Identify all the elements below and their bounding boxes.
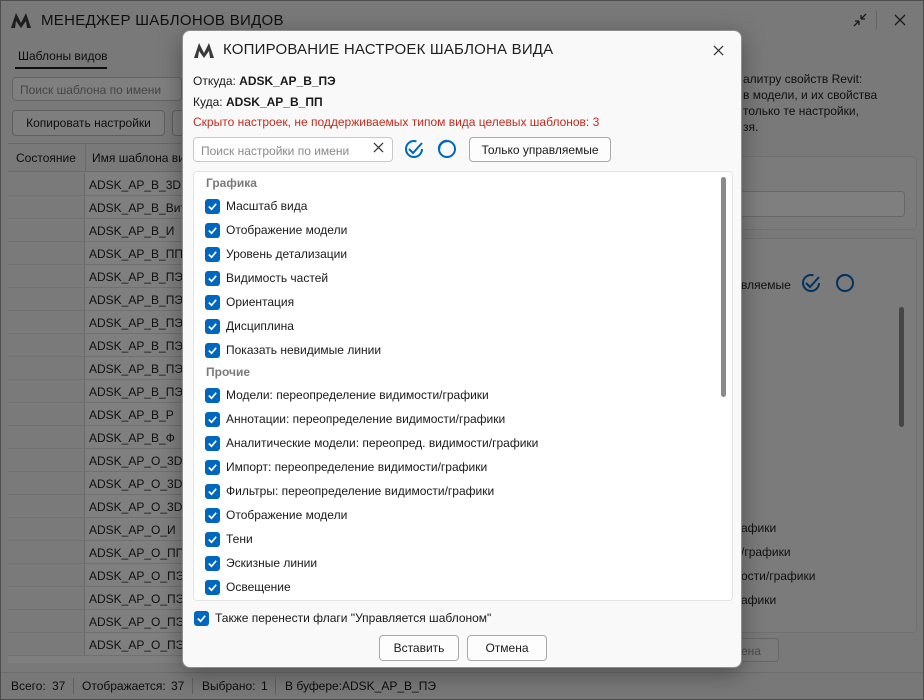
settings-list: Графика Масштаб вида Отображение модели Уро… [193,171,733,601]
from-value: ADSK_АР_В_ПЭ [239,74,336,88]
to-value: ADSK_АР_В_ПП [225,95,323,109]
setting-checkbox[interactable]: Тени [205,528,253,550]
setting-checkbox[interactable]: Аналитические модели: переопред. видимос… [205,432,538,454]
setting-checkbox[interactable]: Уровень детализации [205,243,347,265]
checkbox-checked-icon[interactable] [205,270,220,286]
setting-label: Тени [226,532,253,546]
settings-list-scrollbar[interactable] [721,177,726,397]
deselect-all-icon[interactable] [436,138,458,160]
setting-label: Масштаб вида [226,199,308,213]
checkbox-checked-icon[interactable] [205,507,220,523]
also-transfer-label: Также перенести флаги "Управляется шабло… [215,611,492,625]
checkbox-checked-icon[interactable] [205,246,220,262]
setting-label: Освещение [226,580,291,594]
setting-checkbox[interactable]: Фильтры: переопределение видимости/графи… [205,480,494,502]
settings-group-header: Прочие [206,365,251,379]
setting-label: Отображение модели [226,223,348,237]
checkbox-checked-icon[interactable] [194,610,209,626]
setting-label: Импорт: переопределение видимости/график… [226,460,488,474]
setting-label: Уровень детализации [226,247,348,261]
copy-settings-dialog: КОПИРОВАНИЕ НАСТРОЕК ШАБЛОНА ВИДА Откуда… [182,30,742,668]
setting-label: Аннотации: переопределение видимости/гра… [226,412,506,426]
setting-checkbox[interactable]: Дисциплина [205,315,294,337]
to-label: Куда: [193,95,223,109]
setting-label: Показать невидимые линии [226,343,382,357]
setting-checkbox[interactable]: Отображение модели [205,504,347,526]
checkbox-checked-icon[interactable] [205,198,220,214]
cancel-button[interactable]: Отмена [467,635,547,661]
hidden-settings-warning: Скрыто настроек, не поддерживаемых типом… [193,115,600,129]
setting-checkbox[interactable]: Показать невидимые линии [205,339,381,361]
setting-label: Фильтры: переопределение видимости/графи… [226,484,495,498]
setting-checkbox[interactable]: Масштаб вида [205,195,307,217]
checkbox-checked-icon[interactable] [205,342,220,358]
checkbox-checked-icon[interactable] [205,222,220,238]
settings-search-input[interactable]: Поиск настройки по имени [193,137,393,162]
setting-label: Ориентация [226,295,295,309]
setting-checkbox[interactable]: Импорт: переопределение видимости/график… [205,456,487,478]
only-managed-button[interactable]: Только управляемые [469,137,611,162]
setting-label: Дисциплина [226,319,294,333]
app-logo-icon [194,43,214,58]
to-info: Куда: ADSK_АР_В_ПП [193,95,323,109]
insert-button[interactable]: Вставить [379,635,459,661]
dialog-close-icon[interactable] [707,39,729,61]
from-label: Откуда: [193,74,236,88]
checkbox-checked-icon[interactable] [205,531,220,547]
setting-checkbox[interactable]: Освещение [205,576,291,598]
also-transfer-checkbox[interactable]: Также перенести флаги "Управляется шабло… [194,607,491,629]
checkbox-checked-icon[interactable] [205,411,220,427]
checkbox-checked-icon[interactable] [205,294,220,310]
setting-label: Аналитические модели: переопред. видимос… [226,436,539,450]
setting-checkbox[interactable]: Отображение модели [205,219,347,241]
setting-checkbox[interactable]: Модели: переопределение видимости/график… [205,384,489,406]
from-info: Откуда: ADSK_АР_В_ПЭ [193,74,336,88]
setting-label: Видимость частей [226,271,329,285]
select-all-icon[interactable] [403,138,425,160]
setting-checkbox[interactable]: Видимость частей [205,267,328,289]
setting-label: Модели: переопределение видимости/график… [226,388,489,402]
setting-label: Эскизные линии [226,556,318,570]
checkbox-checked-icon[interactable] [205,579,220,595]
setting-checkbox[interactable]: Эскизные линии [205,552,317,574]
checkbox-checked-icon[interactable] [205,318,220,334]
checkbox-checked-icon[interactable] [205,483,220,499]
checkbox-checked-icon[interactable] [205,459,220,475]
clear-search-icon[interactable] [373,141,384,156]
setting-checkbox[interactable]: Ориентация [205,291,294,313]
dialog-title: КОПИРОВАНИЕ НАСТРОЕК ШАБЛОНА ВИДА [223,41,554,58]
settings-group-header: Графика [206,176,257,190]
checkbox-checked-icon[interactable] [205,435,220,451]
checkbox-checked-icon[interactable] [205,387,220,403]
setting-label: Отображение модели [226,508,348,522]
setting-checkbox[interactable]: Аннотации: переопределение видимости/гра… [205,408,505,430]
checkbox-checked-icon[interactable] [205,555,220,571]
